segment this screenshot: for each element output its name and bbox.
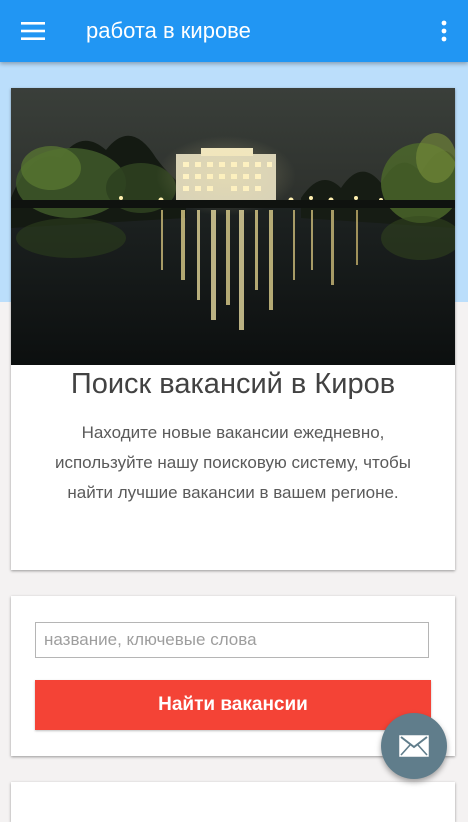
overflow-menu-button[interactable] xyxy=(426,10,462,52)
find-jobs-button[interactable]: Найти вакансии xyxy=(35,680,431,730)
hamburger-menu-icon xyxy=(21,22,45,40)
hero-title: Поиск вакансий в Киров xyxy=(70,368,396,400)
app-bar: работа в кирове xyxy=(0,0,468,62)
envelope-icon xyxy=(399,735,429,757)
menu-button[interactable] xyxy=(12,10,54,52)
email-fab-button[interactable] xyxy=(381,713,447,779)
search-input[interactable] xyxy=(35,622,429,658)
app-title: работа в кирове xyxy=(86,18,251,43)
night-city-lake-photo xyxy=(11,88,455,365)
hero-card: Поиск вакансий в Киров Находите новые ва… xyxy=(11,88,455,570)
more-vertical-icon xyxy=(441,20,447,42)
hero-description: Находите новые вакансии ежедневно, испол… xyxy=(54,423,412,502)
next-card xyxy=(11,782,455,822)
